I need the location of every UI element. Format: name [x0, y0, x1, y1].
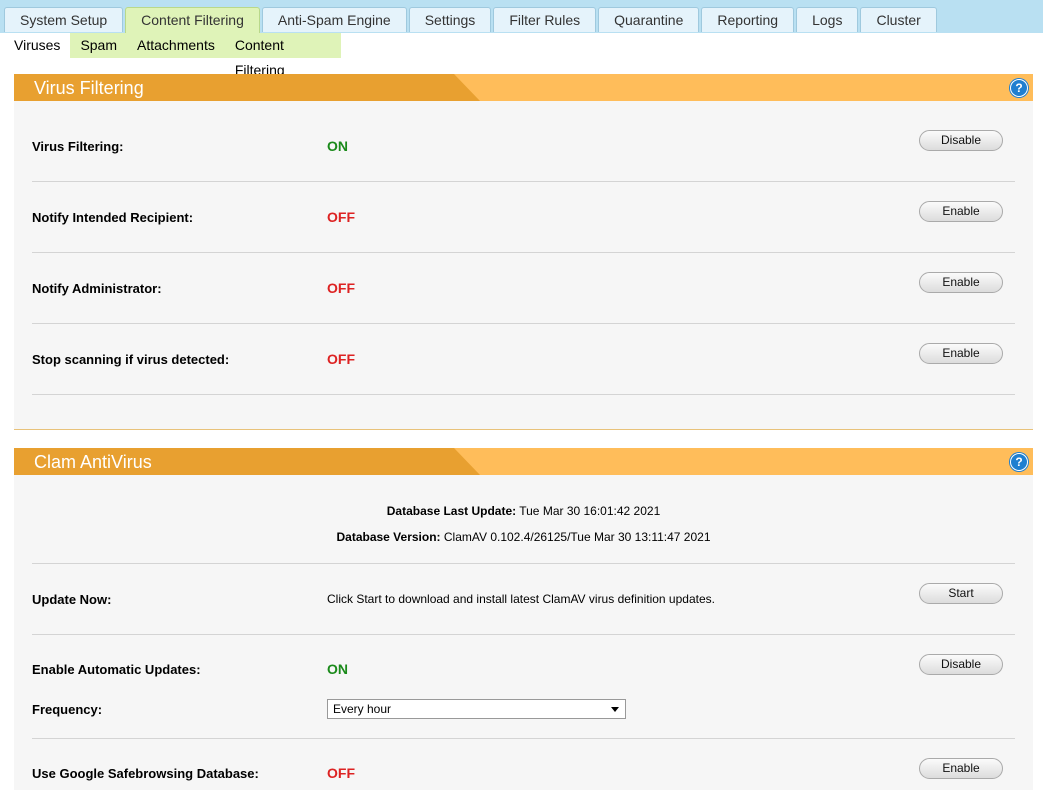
enable-notify-administrator-button[interactable]: Enable: [919, 272, 1003, 293]
setting-label: Notify Administrator:: [32, 281, 162, 296]
setting-row-notify-recipient: Notify Intended Recipient: OFF Enable: [32, 182, 1015, 253]
panel-header: Clam AntiVirus ?: [14, 448, 1033, 475]
setting-label: Virus Filtering:: [32, 139, 124, 154]
clam-antivirus-panel: Clam AntiVirus ? Database Last Update: T…: [14, 448, 1033, 790]
setting-row-google-safebrowsing: Use Google Safebrowsing Database: OFF En…: [32, 739, 1015, 799]
help-icon[interactable]: ?: [1010, 453, 1028, 471]
setting-label: Stop scanning if virus detected:: [32, 352, 230, 367]
disable-automatic-updates-button[interactable]: Disable: [919, 654, 1003, 675]
setting-row-automatic-updates: Enable Automatic Updates: ON Disable Fre…: [32, 635, 1015, 739]
tab-anti-spam-engine[interactable]: Anti-Spam Engine: [261, 7, 407, 32]
setting-label: Update Now:: [32, 592, 112, 607]
setting-label: Notify Intended Recipient:: [32, 210, 194, 225]
db-update-label: Database Last Update:: [386, 504, 517, 518]
tab-reporting[interactable]: Reporting: [701, 7, 795, 32]
panel-header: Virus Filtering ?: [14, 74, 1033, 101]
database-last-update: Database Last Update: Tue Mar 30 16:01:4…: [14, 504, 1033, 518]
setting-label: Use Google Safebrowsing Database:: [32, 766, 259, 781]
tab-cluster[interactable]: Cluster: [860, 7, 937, 32]
enable-notify-recipient-button[interactable]: Enable: [919, 201, 1003, 222]
status-value: OFF: [327, 280, 355, 296]
virus-filtering-panel: Virus Filtering ? Virus Filtering: ON Di…: [14, 74, 1033, 429]
db-version-value: ClamAV 0.102.4/26125/Tue Mar 30 13:11:47…: [443, 530, 711, 544]
subtab-content-filtering[interactable]: Content Filtering: [225, 33, 341, 78]
database-version: Database Version: ClamAV 0.102.4/26125/T…: [14, 530, 1033, 544]
sub-nav-bar: Viruses Spam Attachments Content Filteri…: [4, 33, 341, 78]
tab-content-filtering[interactable]: Content Filtering: [125, 7, 260, 33]
status-value: OFF: [327, 765, 355, 781]
tab-logs[interactable]: Logs: [796, 7, 859, 32]
db-version-label: Database Version:: [336, 530, 441, 544]
setting-row-stop-scanning: Stop scanning if virus detected: OFF Ena…: [32, 324, 1015, 395]
status-value: OFF: [327, 351, 355, 367]
subtab-viruses[interactable]: Viruses: [4, 33, 71, 58]
db-update-value: Tue Mar 30 16:01:42 2021: [519, 504, 661, 518]
help-icon[interactable]: ?: [1010, 79, 1028, 97]
subtab-attachments[interactable]: Attachments: [127, 33, 225, 58]
status-value: ON: [327, 661, 348, 677]
status-value: OFF: [327, 209, 355, 225]
panel-title: Clam AntiVirus: [34, 452, 152, 472]
enable-stop-scanning-button[interactable]: Enable: [919, 343, 1003, 364]
tab-quarantine[interactable]: Quarantine: [598, 7, 700, 32]
chevron-down-icon: [611, 707, 619, 712]
setting-row-notify-administrator: Notify Administrator: OFF Enable: [32, 253, 1015, 324]
top-nav-bar: System Setup Content Filtering Anti-Spam…: [0, 0, 1043, 33]
start-update-button[interactable]: Start: [919, 583, 1003, 604]
tab-settings[interactable]: Settings: [408, 7, 492, 32]
main-tabs: System Setup Content Filtering Anti-Spam…: [4, 7, 939, 33]
update-now-description: Click Start to download and install late…: [327, 592, 715, 606]
setting-label: Enable Automatic Updates:: [32, 662, 201, 677]
subtab-spam[interactable]: Spam: [70, 33, 127, 58]
panel-title: Virus Filtering: [34, 78, 144, 98]
frequency-label: Frequency:: [32, 702, 103, 717]
section-divider: [14, 429, 1033, 430]
frequency-select[interactable]: Every hour: [327, 699, 626, 719]
frequency-selected-value: Every hour: [333, 702, 392, 716]
tab-system-setup[interactable]: System Setup: [4, 7, 124, 32]
setting-row-virus-filtering: Virus Filtering: ON Disable: [32, 101, 1015, 182]
disable-virus-filtering-button[interactable]: Disable: [919, 130, 1003, 151]
tab-filter-rules[interactable]: Filter Rules: [493, 7, 597, 32]
status-value: ON: [327, 138, 348, 154]
setting-row-update-now: Update Now: Click Start to download and …: [32, 564, 1015, 635]
enable-safebrowsing-button[interactable]: Enable: [919, 758, 1003, 779]
